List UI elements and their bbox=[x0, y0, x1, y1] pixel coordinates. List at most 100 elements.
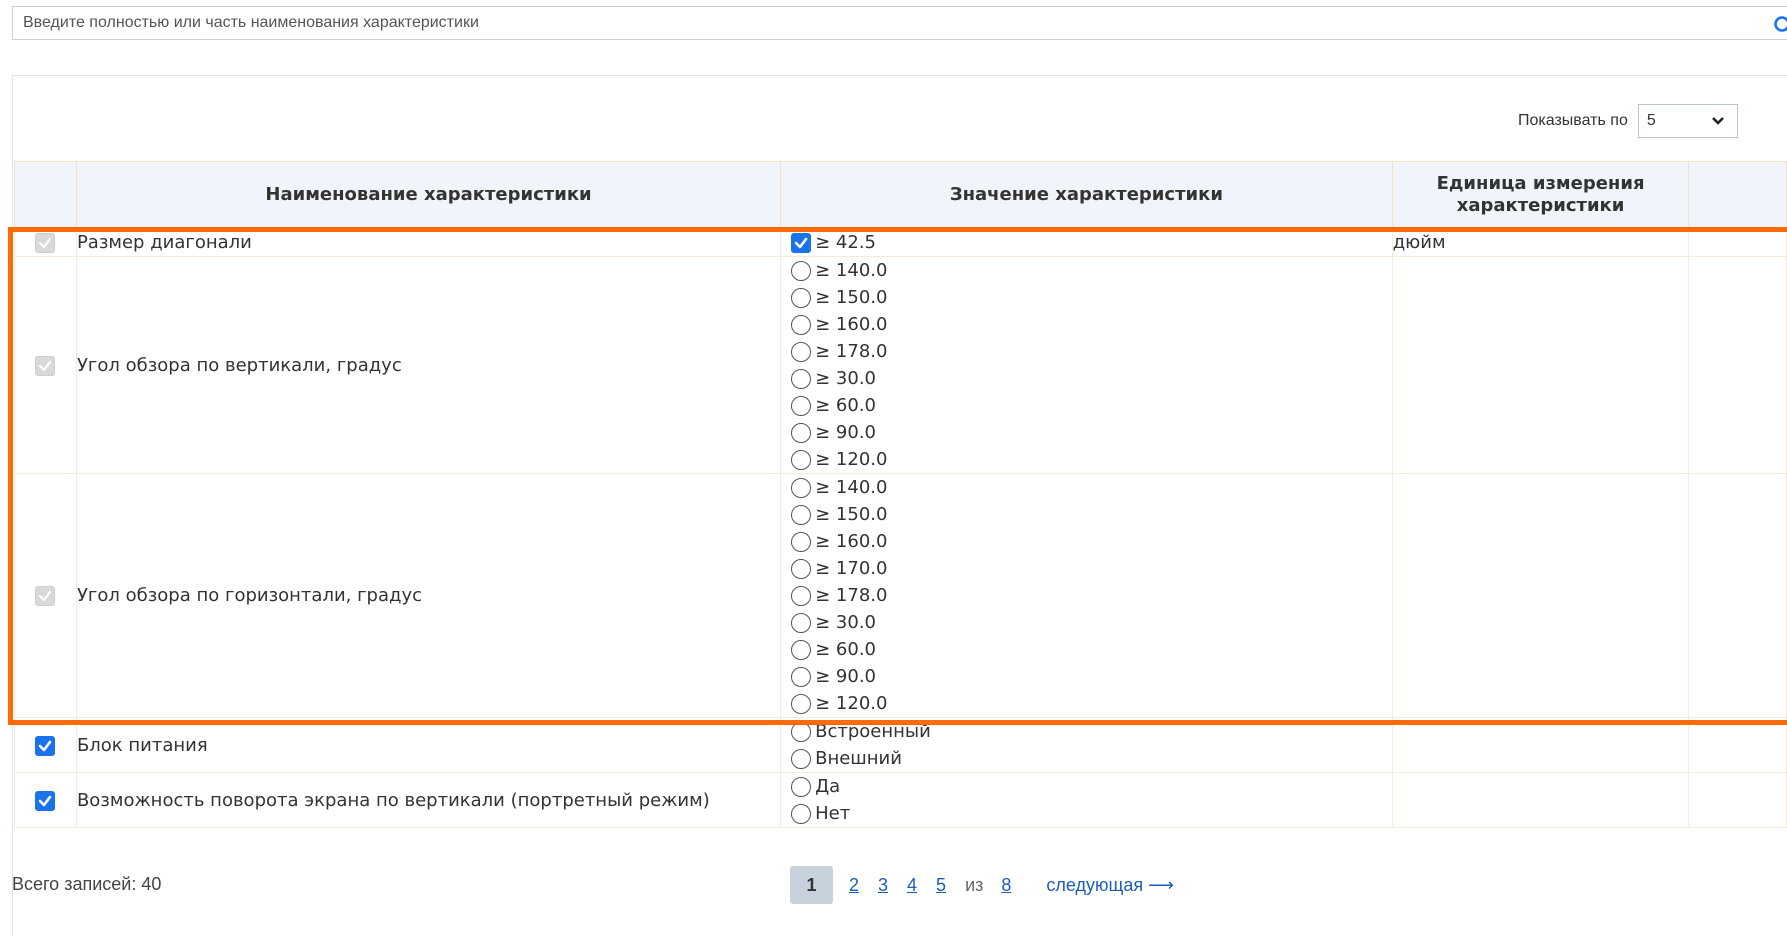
value-option-label: ≥ 30.0 bbox=[815, 365, 876, 392]
value-radio[interactable] bbox=[791, 450, 811, 470]
value-radio[interactable] bbox=[791, 667, 811, 687]
extra-cell bbox=[1689, 773, 1787, 828]
value-option-label: ≥ 120.0 bbox=[815, 690, 887, 717]
value-radio[interactable] bbox=[791, 586, 811, 606]
value-option[interactable]: ≥ 30.0 bbox=[781, 365, 1392, 392]
page-size-control: Показывать по 5 bbox=[1518, 104, 1738, 138]
table-row: Угол обзора по горизонтали, градус ≥ 140.… bbox=[15, 474, 1787, 718]
pagination-of-label: из bbox=[965, 875, 983, 896]
value-option-label: ≥ 90.0 bbox=[815, 663, 876, 690]
page-size-label: Показывать по bbox=[1518, 112, 1628, 130]
value-radio[interactable] bbox=[791, 749, 811, 769]
row-select-checkbox[interactable] bbox=[35, 736, 55, 756]
value-option[interactable]: ≥ 160.0 bbox=[781, 528, 1392, 555]
pagination-page-4[interactable]: 4 bbox=[907, 875, 917, 896]
pagination-page-2[interactable]: 2 bbox=[849, 875, 859, 896]
value-radio[interactable] bbox=[791, 505, 811, 525]
value-option-label: Да bbox=[815, 773, 840, 800]
characteristic-values: ≥ 140.0≥ 150.0≥ 160.0≥ 178.0≥ 30.0≥ 60.0… bbox=[781, 257, 1393, 474]
value-option[interactable]: ≥ 120.0 bbox=[781, 690, 1392, 717]
value-option[interactable]: ≥ 90.0 bbox=[781, 663, 1392, 690]
row-select-cell bbox=[15, 257, 77, 474]
value-option[interactable]: ≥ 170.0 bbox=[781, 555, 1392, 582]
value-option-label: ≥ 30.0 bbox=[815, 609, 876, 636]
value-radio[interactable] bbox=[791, 613, 811, 633]
value-option-label: ≥ 160.0 bbox=[815, 528, 887, 555]
page-size-value: 5 bbox=[1647, 112, 1656, 130]
row-select-checkbox[interactable] bbox=[35, 791, 55, 811]
value-radio[interactable] bbox=[791, 423, 811, 443]
page-size-select[interactable]: 5 bbox=[1638, 104, 1738, 138]
value-option[interactable]: ≥ 140.0 bbox=[781, 474, 1392, 501]
value-option[interactable]: ≥ 150.0 bbox=[781, 501, 1392, 528]
characteristic-values: ≥ 42.5 bbox=[781, 229, 1393, 257]
value-option[interactable]: ≥ 42.5 bbox=[781, 229, 1392, 256]
value-option[interactable]: ≥ 150.0 bbox=[781, 284, 1392, 311]
search-input[interactable] bbox=[21, 7, 1725, 39]
table-row: Угол обзора по вертикали, градус≥ 140.0≥… bbox=[15, 257, 1787, 474]
value-radio[interactable] bbox=[791, 777, 811, 797]
value-option[interactable]: Да bbox=[781, 773, 1392, 800]
value-checkbox[interactable] bbox=[791, 233, 811, 253]
value-radio[interactable] bbox=[791, 694, 811, 714]
header-value: Значение характеристики bbox=[781, 162, 1393, 229]
value-option[interactable]: ≥ 178.0 bbox=[781, 582, 1392, 609]
characteristic-unit bbox=[1392, 257, 1689, 474]
characteristic-values: ДаНет bbox=[781, 773, 1393, 828]
row-select-checkbox bbox=[35, 586, 55, 606]
value-radio[interactable] bbox=[791, 722, 811, 742]
pagination-page-3[interactable]: 3 bbox=[878, 875, 888, 896]
value-option-label: ≥ 150.0 bbox=[815, 284, 887, 311]
characteristic-name: Блок питания bbox=[76, 718, 780, 773]
value-radio[interactable] bbox=[791, 315, 811, 335]
value-option[interactable]: ≥ 120.0 bbox=[781, 446, 1392, 473]
value-radio[interactable] bbox=[791, 559, 811, 579]
characteristic-name: Размер диагонали bbox=[76, 229, 780, 257]
value-radio[interactable] bbox=[791, 261, 811, 281]
value-option[interactable]: ≥ 60.0 bbox=[781, 636, 1392, 663]
value-option[interactable]: ≥ 140.0 bbox=[781, 257, 1392, 284]
value-option-label: ≥ 60.0 bbox=[815, 636, 876, 663]
characteristic-unit bbox=[1392, 718, 1689, 773]
value-option-label: ≥ 160.0 bbox=[815, 311, 887, 338]
value-option-label: Нет bbox=[815, 800, 850, 827]
value-option[interactable]: ≥ 160.0 bbox=[781, 311, 1392, 338]
value-radio[interactable] bbox=[791, 396, 811, 416]
value-option[interactable]: Встроенный bbox=[781, 718, 1392, 745]
value-radio[interactable] bbox=[791, 804, 811, 824]
value-radio[interactable] bbox=[791, 478, 811, 498]
value-option-label: ≥ 90.0 bbox=[815, 419, 876, 446]
value-option-label: ≥ 42.5 bbox=[815, 229, 876, 256]
value-radio[interactable] bbox=[791, 288, 811, 308]
pagination-next-link[interactable]: следующая ⟶ bbox=[1046, 875, 1174, 896]
row-select-cell bbox=[15, 718, 77, 773]
value-radio[interactable] bbox=[791, 342, 811, 362]
characteristic-unit bbox=[1392, 474, 1689, 718]
value-option-label: ≥ 178.0 bbox=[815, 582, 887, 609]
table-body: Размер диагонали≥ 42.5дюймУгол обзора по… bbox=[15, 229, 1787, 828]
characteristic-unit: дюйм bbox=[1392, 229, 1689, 257]
value-option[interactable]: ≥ 178.0 bbox=[781, 338, 1392, 365]
value-option[interactable]: Нет bbox=[781, 800, 1392, 827]
value-radio[interactable] bbox=[791, 640, 811, 660]
extra-cell bbox=[1689, 257, 1787, 474]
value-option[interactable]: Внешний bbox=[781, 745, 1392, 772]
characteristic-name: Угол обзора по горизонтали, градус bbox=[76, 474, 780, 718]
search-icon[interactable] bbox=[1773, 15, 1787, 37]
value-option[interactable]: ≥ 30.0 bbox=[781, 609, 1392, 636]
row-select-checkbox bbox=[35, 356, 55, 376]
pagination-page-5[interactable]: 5 bbox=[936, 875, 946, 896]
value-radio[interactable] bbox=[791, 532, 811, 552]
value-radio[interactable] bbox=[791, 369, 811, 389]
value-option-label: ≥ 60.0 bbox=[815, 392, 876, 419]
characteristics-table: Наименование характеристики Значение хар… bbox=[14, 161, 1787, 828]
value-option-label: ≥ 140.0 bbox=[815, 474, 887, 501]
pagination-last-page[interactable]: 8 bbox=[1001, 875, 1011, 896]
pagination-current-page[interactable]: 1 bbox=[790, 866, 833, 904]
table-row: Блок питанияВстроенныйВнешний bbox=[15, 718, 1787, 773]
value-option-label: Внешний bbox=[815, 745, 902, 772]
characteristic-unit bbox=[1392, 773, 1689, 828]
header-unit: Единица измерения характеристики bbox=[1392, 162, 1689, 229]
value-option[interactable]: ≥ 90.0 bbox=[781, 419, 1392, 446]
value-option[interactable]: ≥ 60.0 bbox=[781, 392, 1392, 419]
